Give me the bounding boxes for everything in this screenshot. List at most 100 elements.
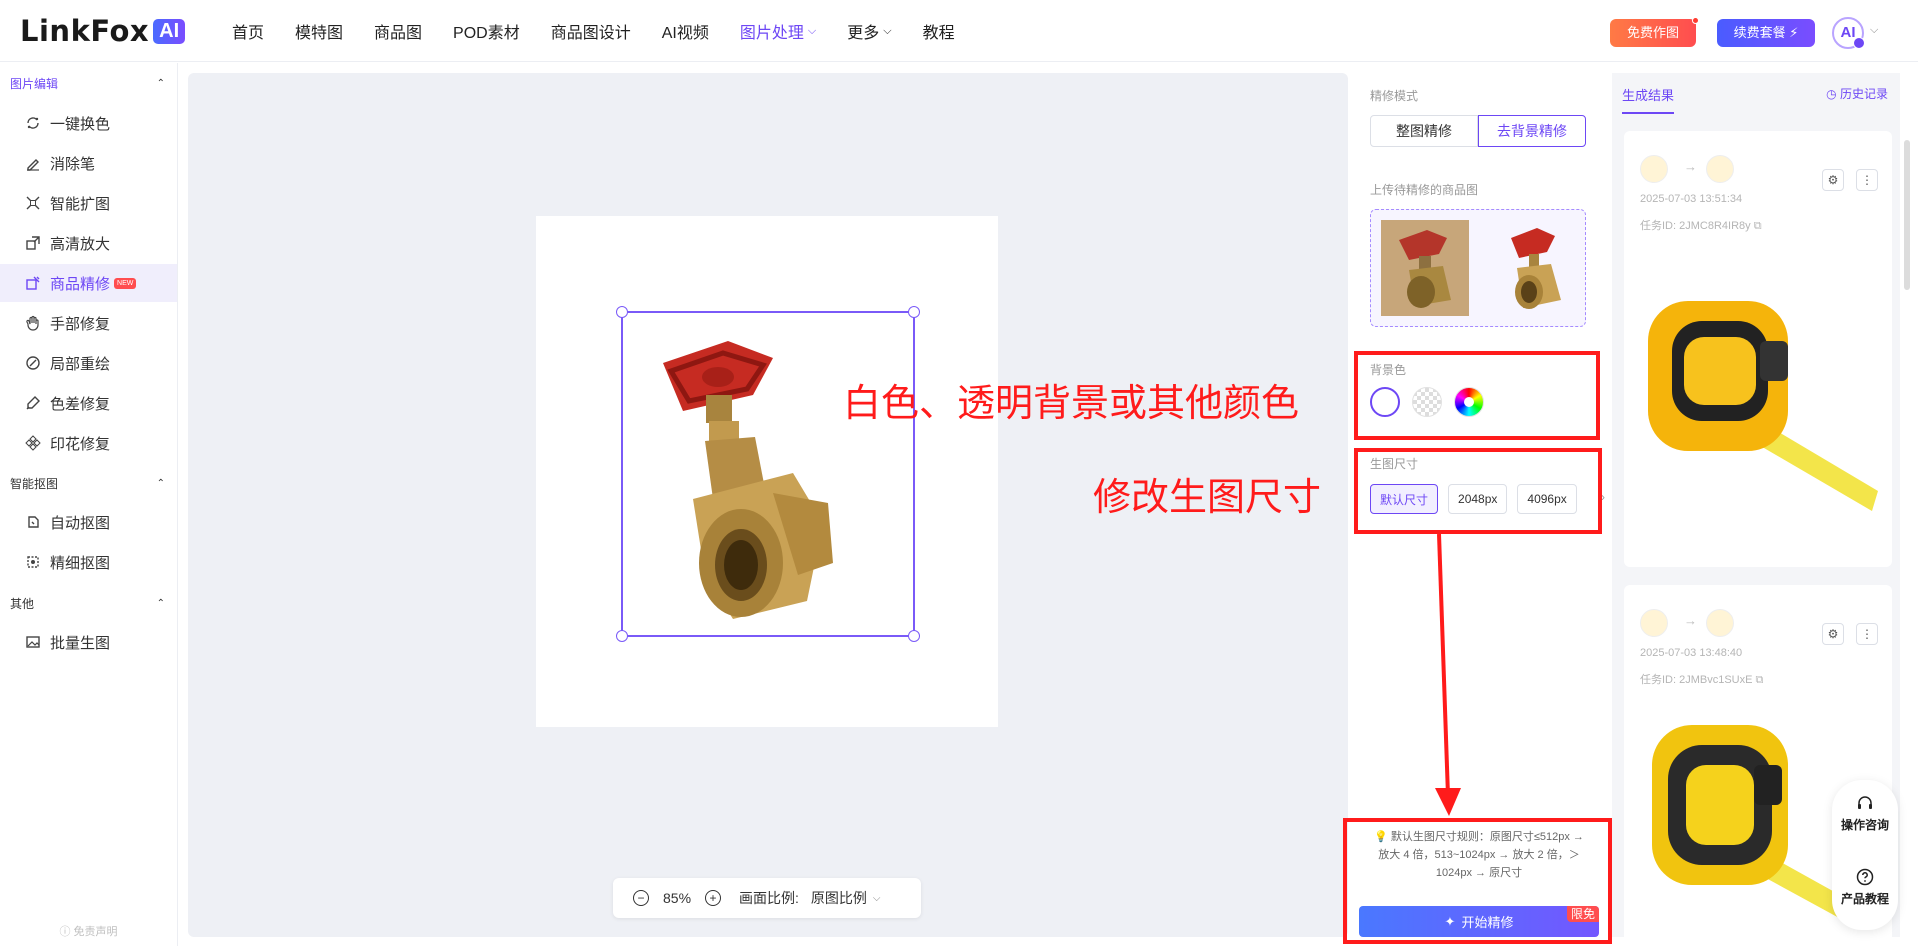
sidebar-item-label: 精细抠图 [50, 554, 111, 572]
disclaimer-label: 免责声明 [73, 926, 118, 938]
tutorial-button[interactable]: 产品教程 [1832, 868, 1898, 907]
valve-thumbnail-image [1381, 220, 1469, 316]
nav-design[interactable]: 商品图设计 [551, 19, 631, 43]
result-card[interactable]: → ⚙ ⋮ 2025-07-03 13:51:34 任务ID: 2JMC8R4I… [1624, 131, 1892, 567]
zoom-in-button[interactable]: + [705, 890, 722, 906]
free-create-button[interactable]: 免费作图 [1610, 17, 1699, 47]
sidebar-item-color-fix[interactable]: 色差修复 [0, 384, 177, 422]
new-badge: NEW [114, 277, 137, 289]
arrow-right-icon: → [1684, 159, 1697, 174]
section-title: 其他 [10, 597, 35, 611]
section-smart-cutout[interactable]: 智能抠图 ⌃ [10, 475, 165, 492]
nav-more[interactable]: 更多 ⌵ [847, 19, 891, 43]
settings-sliders-icon[interactable]: ⚙ [1822, 623, 1844, 645]
sidebar-item-upscale[interactable]: 高清放大 [0, 224, 177, 262]
chevron-down-icon[interactable]: ⌵ [873, 893, 881, 904]
nav-product[interactable]: 商品图 [374, 19, 422, 43]
resize-handle-top-right[interactable] [908, 306, 920, 318]
original-thumbnail[interactable] [1381, 220, 1469, 316]
result-mini-thumb[interactable] [1706, 609, 1734, 637]
nav-pod-label: POD素材 [453, 25, 520, 42]
mode-bg-remove-retouch[interactable]: 去背景精修 [1478, 115, 1586, 147]
chevron-down-icon[interactable]: ⌵ [1870, 24, 1878, 37]
annotation-arrow-icon [1435, 534, 1461, 816]
sidebar-item-expand[interactable]: 智能扩图 [0, 184, 177, 222]
arrow-right-icon: → [1684, 613, 1697, 628]
nav-image-processing[interactable]: 图片处理 ⌵ [740, 19, 816, 43]
renew-plan-button[interactable]: 续费套餐 ⚡ [1717, 19, 1815, 47]
sidebar-item-hand-fix[interactable]: 手部修复 [0, 304, 177, 342]
chevron-up-icon: ⌃ [156, 478, 165, 489]
nav-tutorial-label: 教程 [922, 25, 955, 42]
mode-full-retouch[interactable]: 整图精修 [1370, 115, 1478, 147]
resize-handle-bottom-right[interactable] [908, 630, 920, 642]
disclaimer-link[interactable]: ⓘ 免责声明 [0, 923, 177, 939]
upload-label: 上传待精修的商品图 [1370, 183, 1479, 197]
zoom-out-button[interactable]: − [633, 890, 649, 906]
sidebar-item-batch[interactable]: 批量生图 [0, 623, 177, 661]
nav-ai-video[interactable]: AI视频 [662, 19, 709, 43]
hand-icon [24, 314, 42, 332]
more-options-icon[interactable]: ⋮ [1856, 169, 1878, 191]
mode-segmented-control: 整图精修 去背景精修 [1370, 115, 1586, 147]
sidebar-item-label: 商品精修 [50, 275, 111, 293]
source-mini-thumb[interactable] [1640, 609, 1668, 637]
history-icon: ◷ [1826, 87, 1840, 101]
section-other[interactable]: 其他 ⌃ [10, 595, 165, 612]
sidebar-item-recolor[interactable]: 一键换色 [0, 104, 177, 142]
nav-tutorial[interactable]: 教程 [923, 19, 955, 43]
chevron-down-icon: ⌵ [883, 24, 892, 37]
section-image-edit[interactable]: 图片编辑 ⌃ [10, 75, 165, 92]
tape-measure-image [1648, 301, 1878, 511]
sidebar-item-label: 自动抠图 [50, 514, 111, 532]
fine-cutout-icon [24, 553, 42, 571]
zoom-toolbar: − 85% + 画面比例: 原图比例 ⌵ [613, 878, 921, 918]
card-timestamp: 2025-07-03 13:48:40 [1640, 647, 1743, 659]
user-avatar[interactable]: AI [1832, 17, 1865, 49]
sidebar-item-label: 手部修复 [50, 315, 111, 333]
nav-home[interactable]: 首页 [232, 19, 264, 43]
annotation-bg-note: 白色、透明背景或其他颜色 [843, 381, 1300, 425]
settings-sliders-icon[interactable]: ⚙ [1822, 169, 1844, 191]
annotation-box-bg-color [1354, 351, 1600, 440]
card-task-id: 任务ID: 2JMC8R4IR8y ⧉ [1640, 217, 1762, 233]
renew-plan-label: 续费套餐 ⚡ [1733, 25, 1799, 40]
history-link[interactable]: ◷ 历史记录 [1826, 85, 1888, 102]
sidebar-item-auto-cutout[interactable]: 自动抠图 [0, 503, 177, 541]
consult-label: 操作咨询 [1840, 818, 1889, 832]
nav-model[interactable]: 模特图 [295, 19, 343, 43]
image-selection-box[interactable] [616, 306, 920, 642]
resize-handle-bottom-left[interactable] [616, 630, 628, 642]
sidebar-item-product-retouch[interactable]: 商品精修 NEW [0, 264, 177, 302]
nav-more-label: 更多 [847, 25, 880, 42]
main-nav: 首页 模特图 商品图 POD素材 商品图设计 AI视频 图片处理 ⌵ 更多 ⌵ 教程 [232, 0, 986, 62]
result-mini-thumb[interactable] [1706, 155, 1734, 183]
annotation-box-size [1354, 448, 1602, 534]
more-options-icon[interactable]: ⋮ [1856, 623, 1878, 645]
resize-handle-top-left[interactable] [616, 306, 628, 318]
chevron-right-icon[interactable]: › [1601, 490, 1611, 518]
sidebar-item-print-fix[interactable]: 印花修复 [0, 424, 177, 462]
result-thumbnail[interactable] [1489, 220, 1577, 316]
annotation-size-note: 修改生图尺寸 [1093, 475, 1322, 519]
brand-logo[interactable]: LinkFox AI [20, 14, 186, 48]
source-mini-thumb[interactable] [1640, 155, 1668, 183]
upload-dropzone[interactable] [1370, 209, 1586, 327]
ratio-select[interactable]: 原图比例 [811, 888, 867, 908]
nav-pod[interactable]: POD素材 [453, 19, 520, 43]
nav-ai-video-label: AI视频 [661, 25, 709, 42]
copy-icon[interactable]: ⧉ [1754, 220, 1762, 232]
annotation-box-start [1343, 818, 1612, 944]
results-scrollbar[interactable] [1904, 140, 1910, 290]
sidebar-item-inpaint[interactable]: 局部重绘 [0, 344, 177, 382]
history-label: 历史记录 [1839, 87, 1888, 101]
section-title: 图片编辑 [10, 77, 59, 91]
copy-icon[interactable]: ⧉ [1756, 674, 1764, 686]
sidebar-item-fine-cutout[interactable]: 精细抠图 [0, 543, 177, 581]
tab-results[interactable]: 生成结果 [1622, 85, 1675, 114]
brand-name: LinkFox [20, 14, 150, 48]
mode-label: 精修模式 [1370, 89, 1419, 103]
sidebar-item-eraser[interactable]: 消除笔 [0, 144, 177, 182]
retouch-icon [24, 274, 42, 292]
consult-button[interactable]: 操作咨询 [1832, 794, 1898, 833]
